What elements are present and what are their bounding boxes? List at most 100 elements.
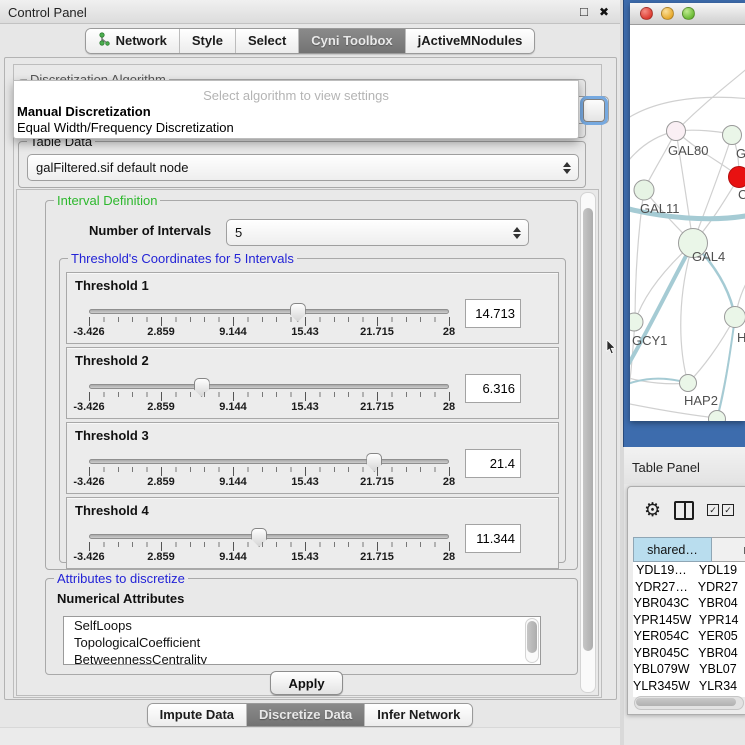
cell[interactable]: YBL079W (633, 661, 690, 678)
tab-infer-network-label: Infer Network (377, 707, 460, 722)
column-header-shared-name[interactable]: shared… (633, 537, 712, 562)
threshold-1-label: Threshold 1 (75, 278, 149, 293)
node-partial-top[interactable] (723, 126, 742, 145)
slider-scale: -3.426 2.859 9.144 15.43 21.715 28 (89, 401, 450, 414)
cell[interactable]: YDR27… (633, 579, 690, 596)
numerical-attributes-list[interactable]: SelfLoops TopologicalCoefficient Between… (63, 616, 541, 665)
node-gal80[interactable] (667, 122, 686, 141)
select-columns-icons[interactable]: ✓ ✓ (707, 504, 734, 516)
cell[interactable]: YPR14 (691, 612, 745, 629)
minimize-traffic-light[interactable] (661, 7, 674, 20)
table-body[interactable]: YDL19…YDL19 YDR27…YDR27 YBR043CYBR04 YPR… (633, 562, 745, 697)
threshold-2-slider[interactable] (89, 384, 449, 390)
settings-scrollbar-thumb[interactable] (583, 208, 593, 651)
slider-track[interactable] (89, 459, 449, 464)
table-row[interactable]: YLR345WYLR34 (633, 678, 745, 695)
close-traffic-light[interactable] (640, 7, 653, 20)
column-header-name[interactable]: na (712, 537, 745, 562)
node-gcy1[interactable] (630, 313, 643, 331)
checkbox-checked-icon[interactable]: ✓ (722, 504, 734, 516)
threshold-4-value-field[interactable]: 11.344 (465, 524, 521, 553)
cell[interactable]: YLR345W (633, 678, 690, 695)
float-window-icon[interactable]: □ (580, 6, 588, 18)
cell[interactable]: YDL19… (633, 562, 690, 579)
table-horizontal-scrollbar[interactable] (634, 696, 744, 710)
popup-option-manual-discretization[interactable]: Manual Discretization (17, 104, 151, 119)
node-label-hap2: HAP2 (684, 393, 718, 408)
tab-discretize-data[interactable]: Discretize Data (247, 704, 365, 726)
combo-updown-icon (563, 162, 571, 174)
list-item[interactable]: BetweennessCentrality (64, 651, 540, 665)
table-row[interactable]: YBR045CYBR04 (633, 645, 745, 662)
tab-cyni-toolbox[interactable]: Cyni Toolbox (299, 29, 405, 53)
cell[interactable]: YPR145W (633, 612, 691, 629)
checkbox-checked-icon[interactable]: ✓ (707, 504, 719, 516)
cell[interactable]: YBL07 (690, 661, 745, 678)
tab-select[interactable]: Select (236, 29, 299, 53)
mouse-cursor (606, 340, 618, 354)
table-row[interactable]: YDR27…YDR27 (633, 579, 745, 596)
cell[interactable]: YER054C (633, 628, 690, 645)
node-hap2[interactable] (680, 375, 697, 392)
tab-style[interactable]: Style (180, 29, 236, 53)
network-canvas[interactable]: GAL80 GA C GAL11 GAL4 GCY1 HA HAP2 (630, 25, 745, 421)
zoom-traffic-light[interactable] (682, 7, 695, 20)
threshold-1-value-field[interactable]: 14.713 (465, 299, 521, 328)
table-data-combo[interactable]: galFiltered.sif default node (27, 154, 579, 181)
popup-option-equal-width-frequency[interactable]: Equal Width/Frequency Discretization (17, 120, 234, 135)
threshold-3-value-field[interactable]: 21.4 (465, 449, 521, 478)
cell[interactable]: YBR04 (690, 595, 745, 612)
list-scrollbar[interactable] (525, 618, 539, 663)
slider-ticks (89, 317, 450, 326)
interval-definition-group: Interval Definition Number of Intervals … (45, 200, 578, 570)
table-panel-window: ⚙ ✓ ✓ shared… na YDL19…YDL19 YDR27…YDR27… (627, 486, 745, 715)
table-horizontal-scrollbar-thumb[interactable] (636, 698, 736, 706)
network-window-titlebar[interactable] (630, 3, 745, 25)
node-partial-h[interactable] (725, 307, 745, 328)
list-scrollbar-thumb[interactable] (527, 621, 537, 653)
list-item[interactable]: SelfLoops (64, 617, 540, 634)
node-red-selected[interactable] (729, 167, 745, 188)
table-row[interactable]: YDL19…YDL19 (633, 562, 745, 579)
cell[interactable]: YLR34 (690, 678, 745, 695)
settings-scrollbar[interactable] (580, 192, 596, 693)
tab-infer-network[interactable]: Infer Network (365, 704, 472, 726)
node-gal11[interactable] (634, 180, 654, 200)
cell[interactable]: YBR045C (633, 645, 690, 662)
num-intervals-spinner[interactable]: 5 (226, 219, 529, 246)
columns-icon[interactable] (674, 501, 694, 520)
tab-network[interactable]: Network (86, 29, 180, 53)
threshold-4-slider[interactable] (89, 534, 449, 540)
slider-ticks (89, 467, 450, 476)
threshold-3-slider[interactable] (89, 459, 449, 465)
algorithm-combo-arrow-button[interactable] (583, 99, 605, 122)
threshold-1-slider[interactable] (89, 309, 449, 315)
algorithm-placeholder-option[interactable]: Select algorithm to view settings (14, 88, 578, 103)
scale-tick-label: 2.859 (147, 551, 175, 563)
slider-track[interactable] (89, 309, 449, 314)
cell[interactable]: YBR04 (690, 645, 745, 662)
cell[interactable]: YBR043C (633, 595, 690, 612)
cell[interactable]: YDR27 (690, 579, 745, 596)
slider-track[interactable] (89, 384, 449, 389)
table-row[interactable]: YPR145WYPR14 (633, 612, 745, 629)
node-label-gcy1: GCY1 (632, 333, 667, 348)
table-row[interactable]: YBL079WYBL07 (633, 661, 745, 678)
scale-tick-label: 9.144 (219, 326, 247, 338)
slider-track[interactable] (89, 534, 449, 539)
table-row[interactable]: YER054CYER05 (633, 628, 745, 645)
threshold-2-value-field[interactable]: 6.316 (465, 374, 521, 403)
scale-tick-label: 28 (443, 401, 455, 413)
threshold-3-label: Threshold 3 (75, 428, 149, 443)
cell[interactable]: YDL19 (690, 562, 745, 579)
table-row[interactable]: YBR043CYBR04 (633, 595, 745, 612)
slider-scale: -3.426 2.859 9.144 15.43 21.715 28 (89, 551, 450, 564)
tab-jactivemnodules[interactable]: jActiveMNodules (406, 29, 535, 53)
node-partial-bottom[interactable] (709, 411, 726, 422)
close-icon[interactable]: ✖ (599, 6, 609, 18)
apply-button[interactable]: Apply (270, 671, 343, 695)
tab-impute-data[interactable]: Impute Data (148, 704, 247, 726)
gear-icon[interactable]: ⚙ (644, 501, 661, 520)
cell[interactable]: YER05 (690, 628, 745, 645)
list-item[interactable]: TopologicalCoefficient (64, 634, 540, 651)
